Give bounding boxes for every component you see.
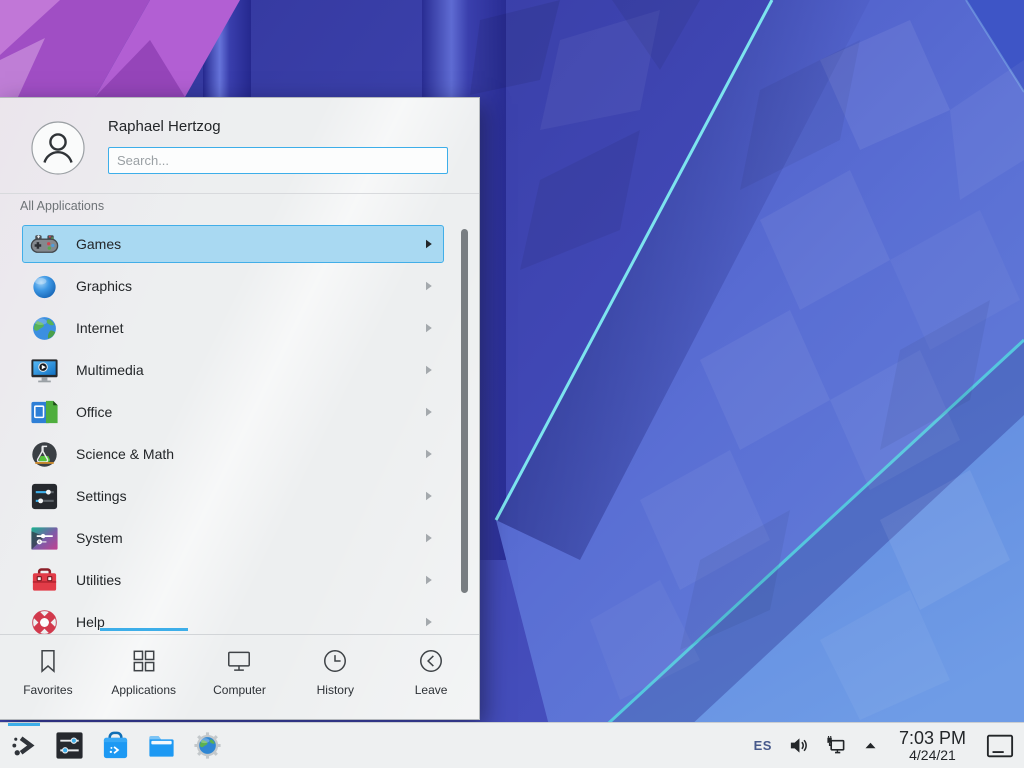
app-category-label: Graphics [76, 278, 425, 294]
app-category-label: Multimedia [76, 362, 425, 378]
app-category-games[interactable]: Games [22, 225, 444, 263]
section-label: All Applications [20, 199, 104, 213]
science-flask-icon [29, 439, 60, 470]
launcher-header: Raphael Hertzog [0, 98, 479, 193]
app-category-label: Office [76, 404, 425, 420]
tab-label: Computer [213, 683, 266, 697]
app-category-help[interactable]: Help [22, 603, 444, 634]
tray-icons [788, 735, 879, 756]
submenu-arrow-icon [425, 365, 433, 375]
kde-launcher-icon [9, 730, 40, 761]
clock-icon [321, 647, 349, 675]
tab-applications[interactable]: Applications [96, 635, 192, 720]
app-category-science-math[interactable]: Science & Math [22, 435, 444, 473]
app-category-system[interactable]: System [22, 519, 444, 557]
app-category-settings[interactable]: Settings [22, 477, 444, 515]
app-category-multimedia[interactable]: Multimedia [22, 351, 444, 389]
settings-sliders-icon [29, 481, 60, 512]
application-list: Games Graphics Internet Multimedia Office Sci… [22, 225, 444, 634]
app-category-internet[interactable]: Internet [22, 309, 444, 347]
submenu-arrow-icon [425, 449, 433, 459]
application-launcher-menu: Raphael Hertzog All Applications Games Gr… [0, 97, 480, 720]
show-desktop-button[interactable] [986, 733, 1014, 759]
system-settings-button[interactable] [54, 730, 85, 761]
tab-label: History [317, 683, 354, 697]
tab-computer[interactable]: Computer [192, 635, 288, 720]
user-avatar-icon [31, 121, 85, 175]
digital-clock[interactable]: 7:03 PM 4/24/21 [899, 729, 966, 762]
help-lifesaver-icon [29, 607, 60, 635]
app-category-label: Internet [76, 320, 425, 336]
app-category-label: Utilities [76, 572, 425, 588]
keyboard-layout-indicator[interactable]: ES [754, 738, 772, 753]
leave-icon [417, 647, 445, 675]
app-category-utilities[interactable]: Utilities [22, 561, 444, 599]
search-input[interactable] [108, 147, 448, 174]
submenu-arrow-icon [425, 281, 433, 291]
bookmark-icon [34, 647, 62, 675]
system-icon [29, 523, 60, 554]
network-icon[interactable] [825, 735, 846, 756]
submenu-arrow-icon [425, 575, 433, 585]
submenu-arrow-icon [425, 491, 433, 501]
grid-icon [130, 647, 158, 675]
clock-time: 7:03 PM [899, 729, 966, 748]
tab-leave[interactable]: Leave [383, 635, 479, 720]
user-name: Raphael Hertzog [108, 118, 221, 135]
app-category-graphics[interactable]: Graphics [22, 267, 444, 305]
app-category-office[interactable]: Office [22, 393, 444, 431]
app-category-label: System [76, 530, 425, 546]
expand-arrow-icon[interactable] [862, 737, 879, 754]
utilities-toolbox-icon [29, 565, 60, 596]
multimedia-icon [29, 355, 60, 386]
app-category-label: Settings [76, 488, 425, 504]
tab-label: Favorites [23, 683, 72, 697]
app-launcher-button[interactable] [8, 723, 40, 768]
gamepad-icon [29, 229, 60, 260]
graphics-sphere-icon [29, 271, 60, 302]
volume-icon[interactable] [788, 735, 809, 756]
tab-label: Applications [111, 683, 176, 697]
launcher-tab-bar: Favorites Applications Computer History Leav… [0, 634, 479, 720]
tab-label: Leave [415, 683, 448, 697]
app-category-label: Science & Math [76, 446, 425, 462]
clock-date: 4/24/21 [899, 748, 966, 762]
list-scrollbar[interactable] [461, 229, 468, 593]
submenu-arrow-icon [425, 533, 433, 543]
app-category-label: Games [76, 236, 425, 252]
submenu-arrow-icon [425, 239, 433, 249]
header-separator [0, 193, 479, 194]
taskbar-panel: ES 7:03 PM 4/24/21 [0, 722, 1024, 768]
office-icon [29, 397, 60, 428]
tab-history[interactable]: History [287, 635, 383, 720]
discover-button[interactable] [100, 730, 131, 761]
submenu-arrow-icon [425, 617, 433, 627]
submenu-arrow-icon [425, 407, 433, 417]
dolphin-folder-button[interactable] [146, 730, 177, 761]
konqueror-globe-button[interactable] [192, 730, 223, 761]
taskbar-apps [54, 730, 223, 761]
globe-icon [29, 313, 60, 344]
monitor-icon [225, 647, 253, 675]
tab-favorites[interactable]: Favorites [0, 635, 96, 720]
submenu-arrow-icon [425, 323, 433, 333]
system-tray: ES 7:03 PM 4/24/21 [754, 729, 1016, 762]
